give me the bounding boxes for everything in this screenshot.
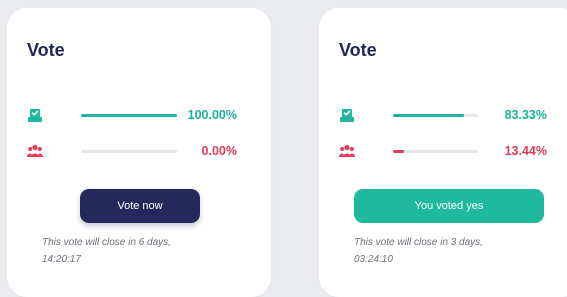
close-countdown-time: 03:24:10 (354, 254, 393, 265)
vote-now-button[interactable]: Vote now (80, 189, 200, 223)
yes-result-row: 100.00% (27, 107, 237, 123)
no-result-row: 0.00% (27, 143, 237, 159)
yes-progress-fill (81, 114, 177, 117)
voted-yes-button[interactable]: You voted yes (354, 189, 544, 223)
no-percentage: 0.00% (201, 144, 237, 158)
yes-percentage: 100.00% (187, 108, 237, 122)
card-title: Vote (27, 40, 65, 60)
close-countdown-time: 14:20:17 (42, 254, 81, 265)
no-progress-fill (393, 150, 405, 153)
ballot-box-icon (340, 109, 354, 122)
card-title: Vote (339, 40, 377, 60)
close-countdown-text: This vote will close in 6 days, (42, 237, 171, 248)
yes-progress-fill (393, 114, 464, 117)
yes-progress-track (81, 114, 177, 117)
vote-card: Vote 100.00% 0.00% Vote now This vote wi… (7, 8, 271, 297)
yes-percentage: 83.33% (504, 108, 547, 122)
users-icon (27, 144, 43, 157)
close-countdown-text: This vote will close in 3 days, (354, 237, 483, 248)
close-countdown: This vote will close in 6 days, 14:20:17 (42, 234, 242, 268)
users-icon (339, 144, 355, 157)
no-progress-track (81, 150, 177, 153)
no-progress-track (393, 150, 478, 153)
no-percentage: 13.44% (504, 144, 547, 158)
close-countdown: This vote will close in 3 days, 03:24:10 (354, 234, 554, 268)
yes-result-row: 83.33% (339, 107, 547, 123)
no-result-row: 13.44% (339, 143, 547, 159)
vote-card: Vote 83.33% 13.44% You voted yes This vo… (319, 8, 567, 297)
ballot-box-icon (28, 109, 42, 122)
yes-progress-track (393, 114, 478, 117)
